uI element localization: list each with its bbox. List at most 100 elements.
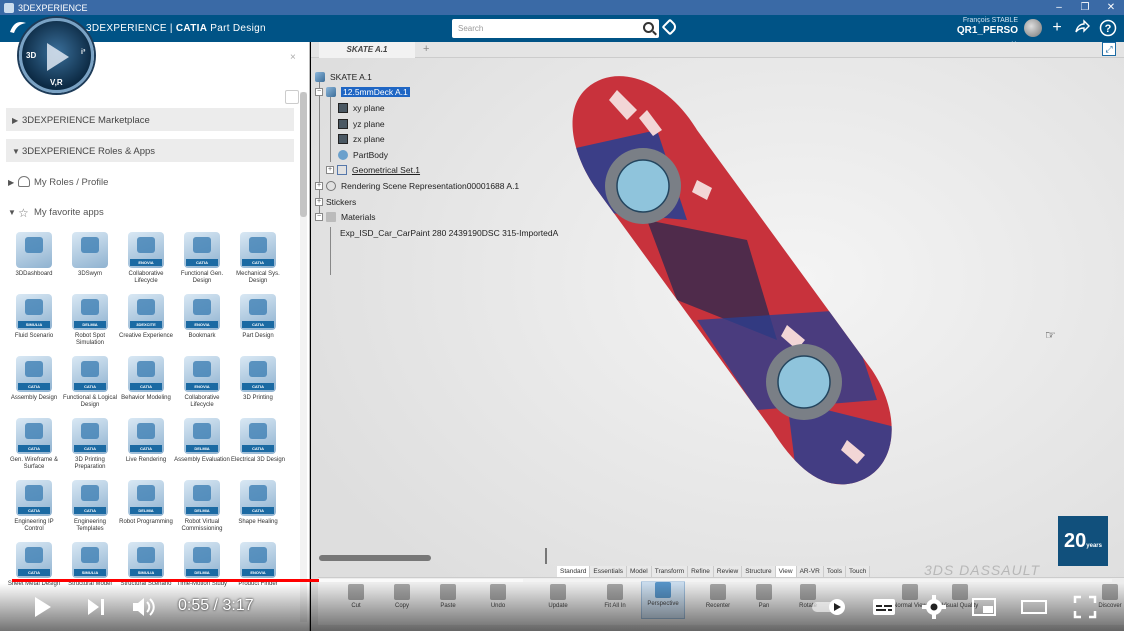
tree-yz-label: yz plane bbox=[353, 119, 385, 129]
app-tile[interactable]: CATIA Behavior Modeling bbox=[118, 356, 174, 418]
action-bar-tab[interactable]: Refine bbox=[688, 566, 714, 577]
brand-catia: CATIA bbox=[175, 23, 208, 34]
search-icon[interactable] bbox=[643, 22, 654, 33]
roles-apps-section[interactable]: ▼ 3DEXPERIENCE Roles & Apps bbox=[6, 139, 294, 162]
skateboard-deck-model[interactable] bbox=[547, 70, 927, 490]
app-tile[interactable]: CATIA Shape Healing bbox=[230, 480, 286, 542]
panel-search-icon[interactable] bbox=[285, 90, 299, 104]
action-bar-tab[interactable]: Structure bbox=[742, 566, 776, 577]
tree-materials-label: Materials bbox=[341, 212, 376, 222]
action-bar-tab[interactable]: View bbox=[775, 566, 797, 577]
video-progress-bar[interactable] bbox=[12, 579, 1112, 582]
collapse-icon[interactable]: − bbox=[315, 213, 323, 221]
app-tile[interactable]: CATIA Functional & Logical Design bbox=[62, 356, 118, 418]
tree-rendering[interactable]: + Rendering Scene Representation00001688 … bbox=[315, 181, 519, 191]
app-tile[interactable]: CATIA 3D Printing Preparation bbox=[62, 418, 118, 480]
close-window-button[interactable]: ✕ bbox=[1098, 2, 1124, 13]
panel-scrollbar[interactable] bbox=[300, 92, 307, 622]
app-tile[interactable]: DELMIA Robot Virtual Commissioning bbox=[174, 480, 230, 542]
tag-icon[interactable] bbox=[661, 18, 679, 36]
minimize-button[interactable]: – bbox=[1046, 2, 1072, 13]
app-tile[interactable]: ENOVIA Bookmark bbox=[174, 294, 230, 356]
app-tile[interactable]: CATIA Electrical 3D Design bbox=[230, 418, 286, 480]
action-bar-tab[interactable]: Essentials bbox=[590, 566, 628, 577]
collapse-icon[interactable]: − bbox=[315, 88, 323, 96]
app-tile[interactable]: CATIA Mechanical Sys. Design bbox=[230, 232, 286, 294]
app-tile[interactable]: 3DDashboard bbox=[6, 232, 62, 294]
app-tile[interactable]: CATIA Engineering Templates bbox=[62, 480, 118, 542]
tree-materials[interactable]: − Materials bbox=[315, 212, 375, 222]
captions-icon[interactable] bbox=[870, 593, 898, 621]
splitter[interactable] bbox=[545, 548, 547, 564]
tab-skate[interactable]: SKATE A.1 bbox=[319, 42, 415, 58]
app-tile[interactable]: ENOVIA Collaborative Lifecycle bbox=[174, 356, 230, 418]
favorite-apps-row[interactable]: ▼ ☆ My favorite apps bbox=[8, 206, 104, 220]
autoplay-toggle[interactable] bbox=[810, 593, 854, 621]
expand-icon[interactable]: ⤢ bbox=[1102, 42, 1116, 56]
app-icon bbox=[72, 232, 108, 268]
compass-play-icon bbox=[47, 43, 69, 71]
add-icon[interactable]: + bbox=[1048, 19, 1066, 37]
tree-yz-plane[interactable]: yz plane bbox=[338, 119, 385, 129]
product-icon bbox=[315, 72, 325, 82]
action-bar-tab[interactable]: Transform bbox=[652, 566, 689, 577]
app-tile[interactable]: 3DEXCITE Creative Experience bbox=[118, 294, 174, 356]
expand-node-icon[interactable]: + bbox=[315, 182, 323, 190]
search-input[interactable]: Search bbox=[452, 19, 659, 38]
3d-viewer[interactable]: SKATE A.1 + ⤢ SKATE A.1 −12.5mmDeck A.1 … bbox=[311, 42, 1124, 631]
app-tile[interactable]: CATIA Gen. Wireframe & Surface bbox=[6, 418, 62, 480]
help-icon[interactable]: ? bbox=[1099, 19, 1117, 37]
play-icon[interactable] bbox=[28, 593, 56, 621]
tree-partbody[interactable]: PartBody bbox=[338, 150, 388, 160]
share-icon[interactable] bbox=[1073, 19, 1091, 37]
theater-mode-icon[interactable] bbox=[1020, 593, 1048, 621]
restore-button[interactable]: ❐ bbox=[1072, 2, 1098, 13]
expand-node-icon[interactable]: + bbox=[315, 198, 323, 206]
settings-gear-icon[interactable] bbox=[920, 593, 948, 621]
tree-material-item[interactable]: Exp_ISD_Car_CarPaint 280 2439190DSC 315-… bbox=[340, 228, 558, 238]
action-bar-tab[interactable]: AR-VR bbox=[797, 566, 824, 577]
action-bar-tab[interactable]: Model bbox=[627, 566, 652, 577]
miniplayer-icon[interactable] bbox=[970, 593, 998, 621]
brand-app: Part Design bbox=[207, 23, 266, 34]
next-icon[interactable] bbox=[82, 593, 110, 621]
app-tile[interactable]: CATIA Functional Gen. Design bbox=[174, 232, 230, 294]
compass-3d-label[interactable]: 3D bbox=[26, 51, 36, 60]
compass-i-label[interactable]: i³ bbox=[81, 49, 85, 56]
tree-part[interactable]: − 12.5mmDeck A.1 bbox=[315, 87, 410, 97]
action-bar-tab[interactable]: Tools bbox=[824, 566, 846, 577]
panel-scrollbar-thumb[interactable] bbox=[300, 92, 307, 217]
tree-zx-plane[interactable]: zx plane bbox=[338, 134, 385, 144]
app-tile[interactable]: SIMULIA Fluid Scenario bbox=[6, 294, 62, 356]
tree-xy-plane[interactable]: xy plane bbox=[338, 103, 385, 113]
app-tile[interactable]: CATIA Assembly Design bbox=[6, 356, 62, 418]
add-tab-icon[interactable]: + bbox=[423, 43, 429, 55]
app-tile[interactable]: CATIA Live Rendering bbox=[118, 418, 174, 480]
app-tile[interactable]: CATIA Part Design bbox=[230, 294, 286, 356]
volume-icon[interactable] bbox=[130, 593, 158, 621]
marketplace-section[interactable]: ▶ 3DEXPERIENCE Marketplace bbox=[6, 108, 294, 131]
expand-node-icon[interactable]: + bbox=[326, 166, 334, 174]
tree-geoset[interactable]: + Geometrical Set.1 bbox=[326, 165, 420, 175]
panel-close-icon[interactable]: × bbox=[290, 52, 296, 63]
app-tile[interactable]: CATIA Engineering IP Control bbox=[6, 480, 62, 542]
action-bar-tab[interactable]: Standard bbox=[557, 566, 591, 577]
app-tile[interactable]: DELMIA Robot Programming bbox=[118, 480, 174, 542]
fullscreen-icon[interactable] bbox=[1071, 593, 1099, 621]
my-roles-row[interactable]: ▶ My Roles / Profile bbox=[8, 176, 108, 188]
compass-vr-label[interactable]: V,R bbox=[50, 78, 63, 87]
app-brand-band: ENOVIA bbox=[242, 569, 274, 576]
tree-root[interactable]: SKATE A.1 bbox=[315, 72, 372, 82]
app-tile[interactable]: ENOVIA Collaborative Lifecycle bbox=[118, 232, 174, 294]
action-bar-tab[interactable]: Review bbox=[714, 566, 743, 577]
compass-widget[interactable]: 3D V,R i³ bbox=[19, 18, 94, 93]
app-tile[interactable]: DELMIA Assembly Evaluation bbox=[174, 418, 230, 480]
app-icon: CATIA bbox=[128, 356, 164, 392]
avatar[interactable] bbox=[1024, 19, 1042, 37]
tree-scrollbar[interactable] bbox=[319, 555, 431, 561]
app-tile[interactable]: CATIA 3D Printing bbox=[230, 356, 286, 418]
app-tile[interactable]: 3DSwym bbox=[62, 232, 118, 294]
app-tile[interactable]: DELMIA Robot Spot Simulation bbox=[62, 294, 118, 356]
action-bar-tab[interactable]: Touch bbox=[846, 566, 871, 577]
tree-stickers[interactable]: + Stickers bbox=[315, 197, 356, 207]
